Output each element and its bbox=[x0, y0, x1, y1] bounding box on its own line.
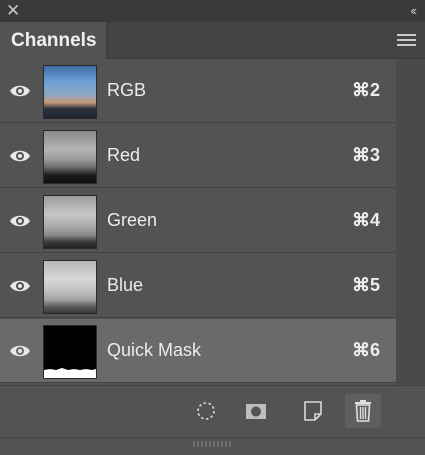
channel-shortcut: ⌘6 bbox=[351, 340, 380, 360]
channel-row-red[interactable]: Red ⌘3 bbox=[0, 124, 396, 188]
save-selection-button[interactable] bbox=[238, 394, 274, 428]
eye-icon[interactable] bbox=[9, 213, 31, 229]
channel-row-rgb[interactable]: RGB ⌘2 bbox=[0, 59, 396, 123]
mask-icon bbox=[246, 404, 266, 419]
tab-channels[interactable]: Channels bbox=[0, 22, 107, 59]
channel-shortcut: ⌘2 bbox=[351, 80, 380, 100]
eye-icon[interactable] bbox=[9, 148, 31, 164]
eye-icon[interactable] bbox=[9, 278, 31, 294]
channel-name: Quick Mask bbox=[107, 340, 202, 360]
channel-name: RGB bbox=[107, 80, 147, 100]
channel-thumbnail-red bbox=[43, 130, 97, 184]
channel-list: RGB ⌘2 Red ⌘3 Green ⌘4 Blue ⌘5 Quick Mas… bbox=[0, 59, 396, 385]
channel-row-quick-mask[interactable]: Quick Mask ⌘6 bbox=[0, 319, 396, 383]
channel-thumbnail-quick-mask bbox=[43, 325, 97, 379]
channel-thumbnail-green bbox=[43, 195, 97, 249]
channel-row-blue[interactable]: Blue ⌘5 bbox=[0, 254, 396, 318]
collapse-icon[interactable]: ‹‹ bbox=[410, 3, 417, 19]
channel-name: Red bbox=[107, 145, 141, 165]
channel-shortcut: ⌘4 bbox=[351, 210, 380, 230]
footer-divider bbox=[0, 437, 425, 438]
channel-shortcut: ⌘5 bbox=[351, 275, 380, 295]
close-icon[interactable]: ✕ bbox=[6, 2, 20, 20]
channel-thumbnail-blue bbox=[43, 260, 97, 314]
trash-icon bbox=[355, 400, 371, 422]
resize-grip[interactable] bbox=[193, 441, 233, 447]
channel-row-green[interactable]: Green ⌘4 bbox=[0, 189, 396, 253]
eye-icon[interactable] bbox=[9, 343, 31, 359]
tab-label: Channels bbox=[11, 30, 97, 51]
channel-thumbnail-rgb bbox=[43, 65, 97, 119]
selection-icon bbox=[197, 402, 215, 420]
tab-bar: Channels bbox=[0, 22, 425, 59]
new-channel-icon bbox=[304, 401, 322, 421]
new-channel-button[interactable] bbox=[295, 394, 331, 428]
load-selection-button[interactable] bbox=[188, 394, 224, 428]
channel-shortcut: ⌘3 bbox=[351, 145, 380, 165]
delete-channel-button[interactable] bbox=[345, 394, 381, 428]
scrollbar-track[interactable] bbox=[396, 59, 425, 385]
panel-menu-icon[interactable] bbox=[397, 34, 416, 46]
eye-icon[interactable] bbox=[9, 83, 31, 99]
panel-footer bbox=[0, 385, 425, 455]
panel-titlebar: ✕ ‹‹ bbox=[0, 0, 425, 22]
channel-name: Blue bbox=[107, 275, 144, 295]
channel-name: Green bbox=[107, 210, 158, 230]
